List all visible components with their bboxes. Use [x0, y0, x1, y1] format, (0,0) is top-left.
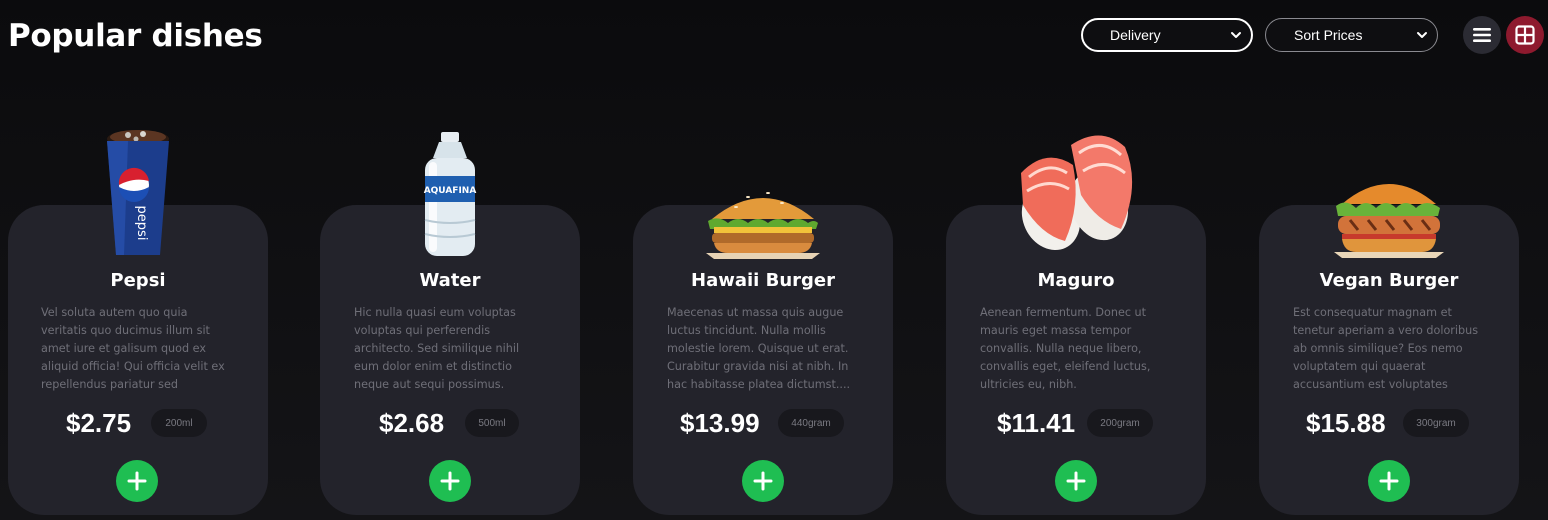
dish-description: Maecenas ut massa quis augue luctus tinc…	[667, 306, 851, 391]
plus-icon	[127, 471, 147, 491]
list-view-button[interactable]	[1463, 16, 1501, 54]
dish-name: Water	[419, 270, 481, 291]
dish-name: Pepsi	[110, 270, 166, 291]
sort-select-value: Sort Prices	[1294, 27, 1363, 43]
add-to-cart-button[interactable]	[742, 460, 784, 502]
page: Popular dishes Delivery Sort Prices peps…	[0, 0, 1548, 520]
dish-price: $13.99	[680, 408, 760, 438]
grilled-burger-icon	[1309, 120, 1469, 260]
add-to-cart-button[interactable]	[429, 460, 471, 502]
sort-select[interactable]: Sort Prices	[1265, 18, 1438, 52]
dish-description: Vel soluta autem quo quia veritatis quo …	[41, 306, 225, 391]
dish-name: Hawaii Burger	[691, 270, 835, 291]
svg-text:AQUAFINA: AQUAFINA	[424, 186, 477, 196]
dish-size-badge: 200gram	[1087, 409, 1153, 437]
plus-icon	[1379, 471, 1399, 491]
delivery-select-value: Delivery	[1110, 27, 1161, 43]
dish-description: Aenean fermentum. Donec ut mauris eget m…	[980, 306, 1151, 391]
add-to-cart-button[interactable]	[1368, 460, 1410, 502]
dish-description: Est consequatur magnam et tenetur aperia…	[1293, 306, 1479, 391]
burger-icon	[683, 120, 843, 260]
plus-icon	[753, 471, 773, 491]
delivery-select[interactable]: Delivery	[1081, 18, 1253, 52]
svg-text:pepsi: pepsi	[134, 206, 149, 241]
dish-price: $2.75	[66, 408, 132, 438]
list-icon	[1473, 28, 1491, 42]
grid-view-button[interactable]	[1506, 16, 1544, 54]
aquafina-bottle-icon: AQUAFINA	[370, 120, 530, 260]
dish-price: $15.88	[1306, 408, 1386, 438]
grid-icon	[1515, 25, 1535, 45]
dish-size-badge: 440gram	[778, 409, 844, 437]
page-title: Popular dishes	[8, 18, 263, 54]
pepsi-cup-icon: pepsi	[58, 120, 218, 260]
dish-name: Maguro	[1037, 270, 1115, 291]
tuna-nigiri-icon	[996, 120, 1156, 260]
plus-icon	[1066, 471, 1086, 491]
dish-size-badge: 500ml	[465, 409, 519, 437]
add-to-cart-button[interactable]	[116, 460, 158, 502]
dish-size-badge: 200ml	[151, 409, 207, 437]
chevron-down-icon	[1417, 32, 1427, 38]
dish-description: Hic nulla quasi eum voluptas voluptas qu…	[354, 306, 520, 391]
dish-price: $11.41	[997, 408, 1076, 438]
chevron-down-icon	[1231, 32, 1241, 38]
dish-price: $2.68	[379, 408, 445, 438]
dish-name: Vegan Burger	[1319, 270, 1459, 291]
dish-size-badge: 300gram	[1403, 409, 1469, 437]
add-to-cart-button[interactable]	[1055, 460, 1097, 502]
plus-icon	[440, 471, 460, 491]
